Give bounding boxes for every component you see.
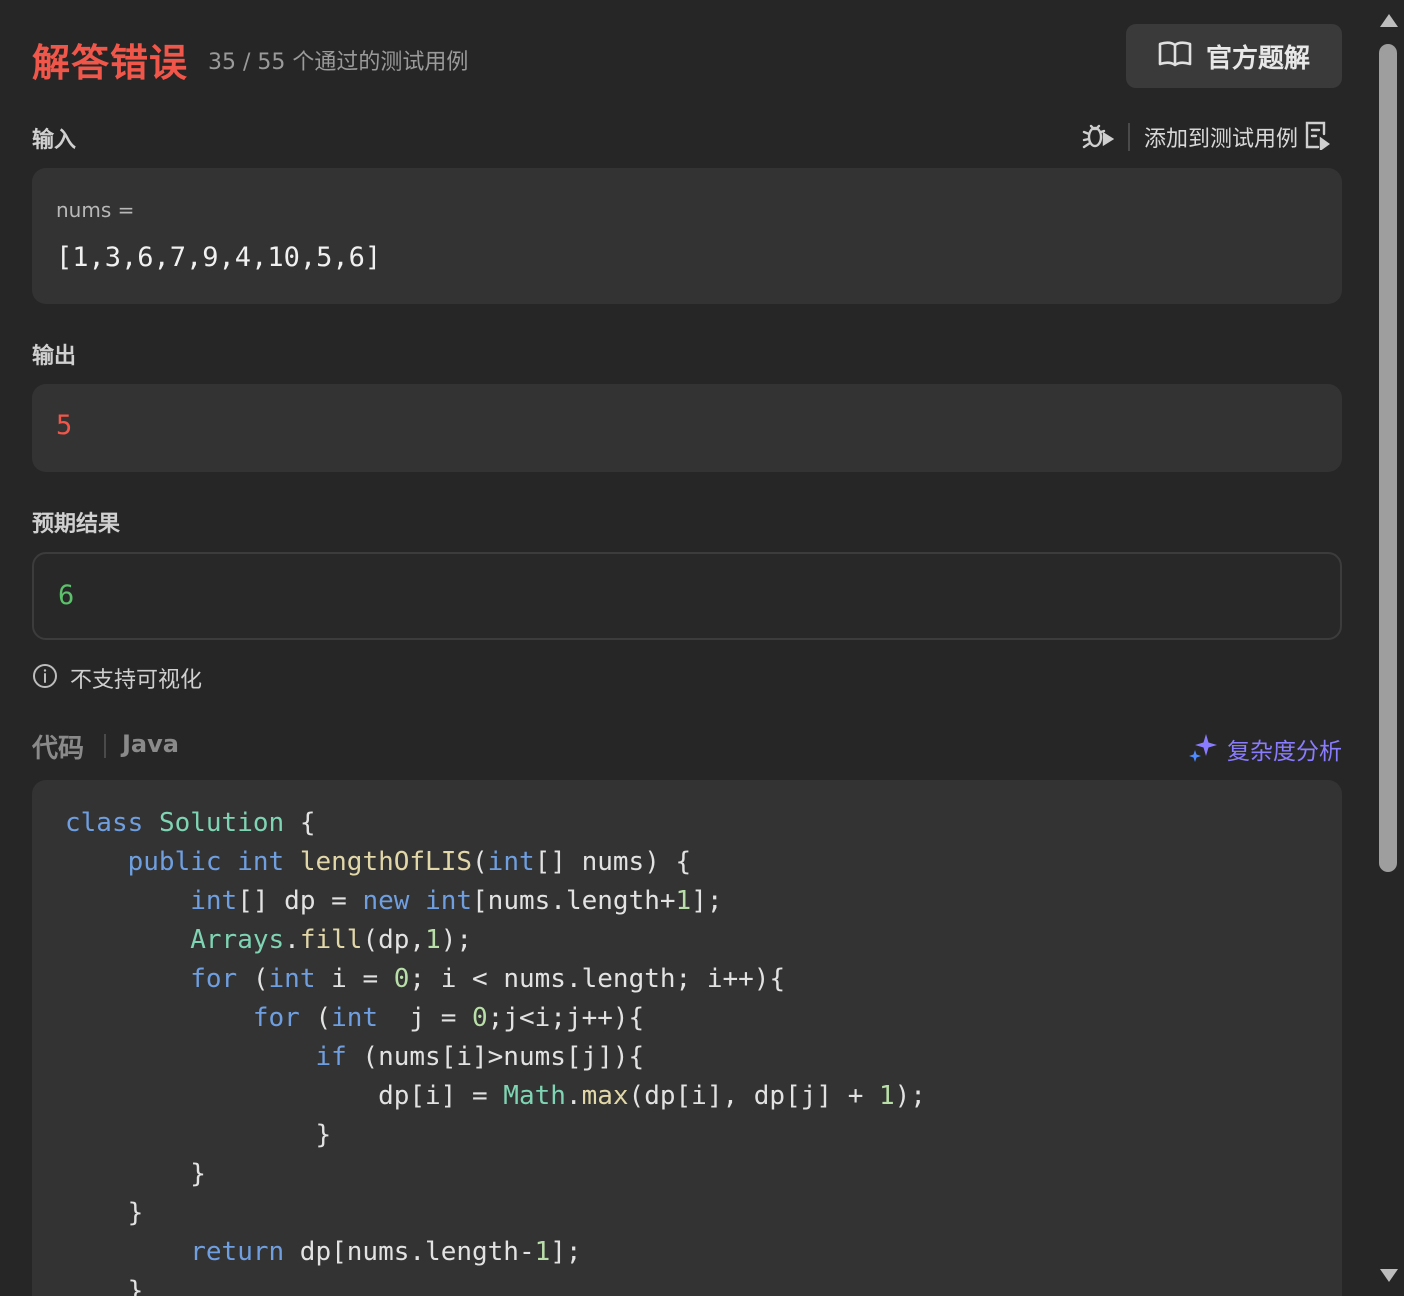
visualization-note-label: 不支持可视化 bbox=[70, 668, 203, 693]
code-header: 代码 Java 复杂度分析 bbox=[32, 726, 1342, 766]
sparkle-icon bbox=[1189, 732, 1219, 766]
add-to-testcase-button[interactable]: 添加到测试用例 bbox=[1143, 120, 1331, 154]
official-solution-button[interactable]: 官方题解 bbox=[1126, 24, 1342, 88]
output-box: 5 bbox=[32, 384, 1342, 472]
bug-icon[interactable] bbox=[1082, 120, 1115, 154]
scroll-up-arrow-icon[interactable] bbox=[1380, 14, 1398, 27]
add-to-testcase-label: 添加到测试用例 bbox=[1143, 127, 1298, 152]
info-icon bbox=[32, 663, 58, 693]
vertical-scrollbar[interactable] bbox=[1374, 0, 1404, 1296]
official-solution-label: 官方题解 bbox=[1205, 43, 1310, 74]
result-header: 解答错误 35 / 55 个通过的测试用例 官方题解 bbox=[32, 24, 1342, 88]
output-value: 5 bbox=[56, 410, 73, 441]
scroll-thumb[interactable] bbox=[1379, 44, 1397, 872]
output-label: 输出 bbox=[32, 344, 77, 369]
code-divider bbox=[104, 734, 106, 758]
add-document-icon bbox=[1304, 120, 1331, 154]
input-variable-name: nums = bbox=[56, 198, 135, 222]
complexity-analysis-label: 复杂度分析 bbox=[1227, 739, 1342, 765]
expected-box: 6 bbox=[32, 552, 1342, 640]
complexity-analysis-button[interactable]: 复杂度分析 bbox=[1189, 732, 1342, 766]
code-content: class Solution { public int lengthOfLIS(… bbox=[65, 808, 926, 1296]
expected-value: 6 bbox=[58, 580, 75, 611]
passed-test-count: 35 / 55 个通过的测试用例 bbox=[208, 50, 469, 75]
submission-result-panel: 解答错误 35 / 55 个通过的测试用例 官方题解 输入 添加到测试用例 nu… bbox=[0, 0, 1404, 1296]
book-icon bbox=[1158, 40, 1192, 72]
input-variable-value: [1,3,6,7,9,4,10,5,6] bbox=[56, 242, 382, 273]
input-box: nums = [1,3,6,7,9,4,10,5,6] bbox=[32, 168, 1342, 304]
scroll-down-arrow-icon[interactable] bbox=[1380, 1269, 1398, 1282]
input-toolbar: 添加到测试用例 bbox=[1082, 120, 1331, 154]
code-label: 代码 bbox=[32, 734, 85, 764]
toolbar-divider bbox=[1127, 123, 1130, 151]
visualization-note: 不支持可视化 bbox=[32, 662, 202, 694]
code-language: Java bbox=[122, 730, 179, 758]
result-status: 解答错误 bbox=[32, 41, 189, 85]
input-label: 输入 bbox=[32, 128, 77, 153]
expected-label: 预期结果 bbox=[32, 512, 121, 537]
code-editor[interactable]: class Solution { public int lengthOfLIS(… bbox=[32, 780, 1342, 1296]
